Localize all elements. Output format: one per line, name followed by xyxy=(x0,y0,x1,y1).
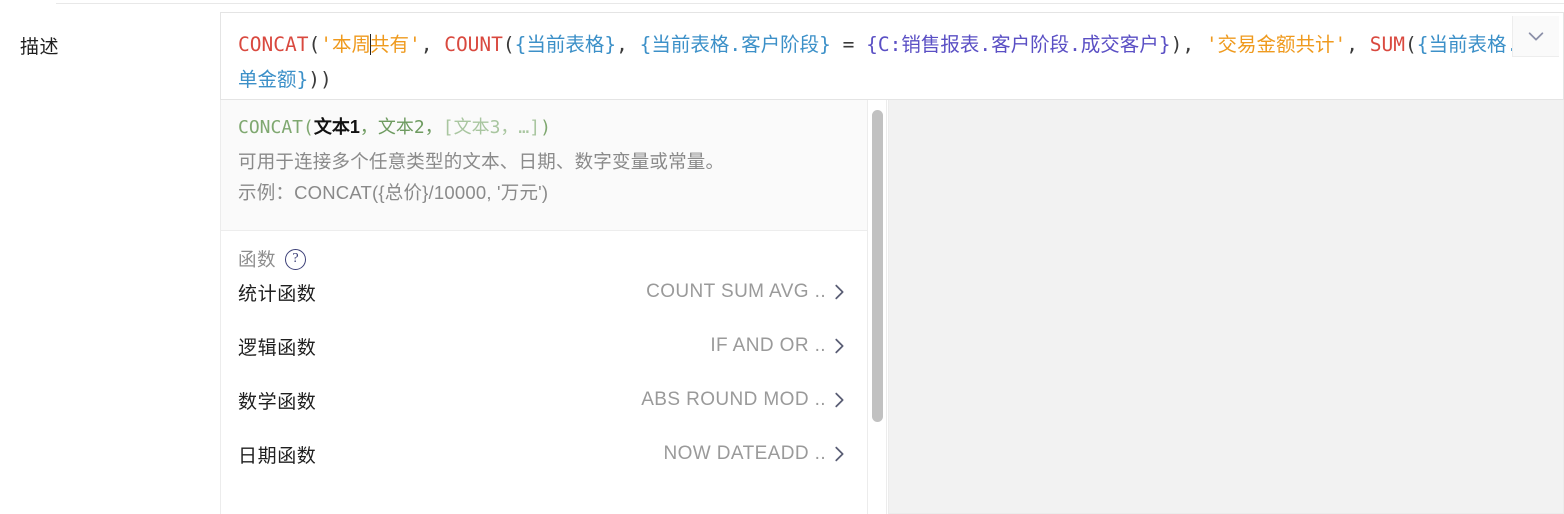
function-category-preview: NOW DATEADD .. xyxy=(663,443,826,464)
formula-token-punc: , xyxy=(616,33,628,56)
signature-arg-active: 文本1 xyxy=(313,117,360,137)
formula-token-fieldref: {当前表格} xyxy=(514,33,617,56)
function-category-preview: COUNT SUM AVG .. xyxy=(646,281,826,302)
chevron-right-icon xyxy=(835,392,844,408)
chevron-down-icon xyxy=(1528,32,1544,41)
function-category-row-0[interactable]: 统计函数 COUNT SUM AVG .. xyxy=(221,265,867,319)
formula-token-str: 共有' xyxy=(369,33,421,56)
formula-token-fn: COUNT xyxy=(444,33,503,56)
formula-token-fn: SUM xyxy=(1369,33,1406,56)
chevron-right-icon xyxy=(835,338,844,354)
chevron-right-icon xyxy=(835,284,844,300)
chevron-right-icon xyxy=(835,446,844,462)
function-category-label: 统计函数 xyxy=(238,283,317,305)
function-category-list: 函数 ? 统计函数 COUNT SUM AVG .. 逻辑函数 IF AND O… xyxy=(221,231,867,514)
formula-token-fieldref: {当前表格.客户阶段} xyxy=(639,33,831,56)
field-label-column: 描述 xyxy=(0,4,220,514)
formula-token-punc: ) xyxy=(1170,33,1183,56)
function-signature: CONCAT(文本1，文本2，[文本3，…]) xyxy=(238,114,849,141)
formula-token-op: = xyxy=(830,33,867,56)
function-picker-panel: CONCAT(文本1，文本2，[文本3，…]) 可用于连接多个任意类型的文本、日… xyxy=(220,100,868,514)
function-category-preview: ABS ROUND MOD .. xyxy=(641,389,826,410)
formula-editor-region: CONCAT('本周共有', COUNT({当前表格}, {当前表格.客户阶段}… xyxy=(220,0,1564,514)
formula-token-punc: ( xyxy=(502,33,515,56)
function-category-label: 逻辑函数 xyxy=(238,337,317,359)
signature-open-paren: ( xyxy=(303,117,314,138)
signature-optional-args: [文本3，…] xyxy=(442,117,541,138)
formula-input-box[interactable]: CONCAT('本周共有', COUNT({当前表格}, {当前表格.客户阶段}… xyxy=(220,12,1564,100)
function-help-block: CONCAT(文本1，文本2，[文本3，…]) 可用于连接多个任意类型的文本、日… xyxy=(221,100,867,231)
field-label-description: 描述 xyxy=(20,37,60,58)
formula-token-punc xyxy=(1358,33,1370,56)
signature-arg-2: 文本2 xyxy=(377,117,425,138)
function-category-label: 数学函数 xyxy=(238,391,317,413)
picker-scrollbar-thumb[interactable] xyxy=(872,110,883,422)
formula-token-fn: CONCAT xyxy=(238,33,309,56)
function-category-right: ABS ROUND MOD .. xyxy=(641,389,850,411)
formula-expression-text[interactable]: CONCAT('本周共有', COUNT({当前表格}, {当前表格.客户阶段}… xyxy=(238,27,1553,97)
picker-scrollbar-track[interactable] xyxy=(868,100,887,514)
function-category-preview: IF AND OR .. xyxy=(710,335,826,356)
function-example: 示例：CONCAT({总价}/10000, '万元') xyxy=(238,182,549,203)
function-category-right: NOW DATEADD .. xyxy=(663,443,850,465)
signature-function-name: CONCAT xyxy=(238,117,304,138)
formula-token-ctrlref: {C:销售报表.客户阶段.成交客户} xyxy=(866,33,1171,56)
formula-token-punc: , xyxy=(1346,33,1359,56)
function-category-row-3[interactable]: 日期函数 NOW DATEADD .. xyxy=(221,427,867,481)
formula-token-punc: ( xyxy=(308,33,321,56)
function-category-label: 日期函数 xyxy=(238,445,317,467)
function-category-right: COUNT SUM AVG .. xyxy=(646,281,850,303)
formula-token-punc: ) xyxy=(320,68,332,91)
formula-token-str: '本周 xyxy=(320,33,371,56)
formula-token-punc: ( xyxy=(1405,33,1417,56)
formula-token-str: '交易金额共计' xyxy=(1205,33,1347,56)
function-description: 可用于连接多个任意类型的文本、日期、数字变量或常量。 xyxy=(238,151,725,172)
formula-token-punc xyxy=(432,33,444,56)
signature-sep-1: ， xyxy=(359,117,378,138)
signature-sep-2: ， xyxy=(424,117,443,138)
formula-token-punc xyxy=(1194,33,1206,56)
function-list-header: 函数 ? xyxy=(221,231,867,270)
signature-close-paren: ) xyxy=(540,117,551,138)
collapse-formula-button[interactable] xyxy=(1512,16,1559,57)
formula-token-punc: , xyxy=(420,33,433,56)
function-category-right: IF AND OR .. xyxy=(710,335,850,357)
function-category-row-1[interactable]: 逻辑函数 IF AND OR .. xyxy=(221,319,867,373)
formula-preview-pane xyxy=(888,100,1564,514)
formula-token-punc: , xyxy=(1182,33,1195,56)
formula-token-punc: ) xyxy=(308,68,320,91)
formula-token-punc xyxy=(628,33,640,56)
function-category-row-2[interactable]: 数学函数 ABS ROUND MOD .. xyxy=(221,373,867,427)
